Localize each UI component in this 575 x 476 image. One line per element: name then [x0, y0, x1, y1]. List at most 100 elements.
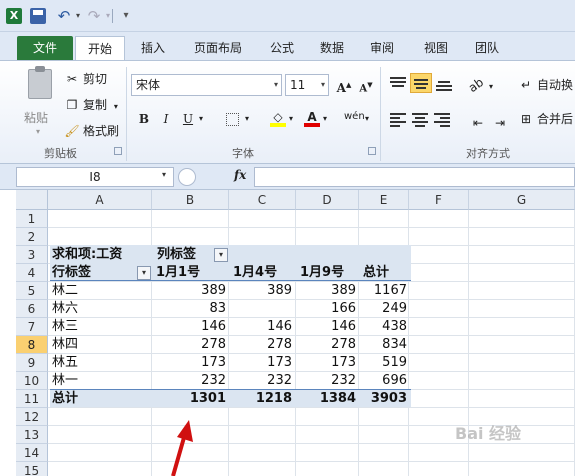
phonetic-guide-button[interactable]: wén	[344, 107, 365, 127]
pivot-value-cell[interactable]: 278	[229, 336, 292, 354]
row-header[interactable]: 14	[16, 444, 48, 462]
wrap-text-button[interactable]: ↵ 自动换	[518, 75, 573, 95]
undo-dropdown-icon[interactable]: ▾	[70, 8, 86, 24]
row-header[interactable]: 3	[16, 246, 48, 264]
copy-dropdown-icon[interactable]: ▾	[114, 102, 118, 111]
pivot-grand-total-cell[interactable]: 1218	[229, 390, 292, 408]
pivot-value-cell[interactable]: 249	[359, 300, 407, 318]
row-header[interactable]: 12	[16, 408, 48, 426]
row-header[interactable]: 2	[16, 228, 48, 246]
row-header[interactable]: 5	[16, 282, 48, 300]
pivot-value-cell[interactable]: 173	[296, 354, 356, 372]
pivot-row-label[interactable]: 林四	[52, 336, 112, 354]
column-header[interactable]: A	[48, 190, 152, 210]
pivot-value-cell[interactable]: 166	[296, 300, 356, 318]
name-box[interactable]: I8	[16, 167, 174, 187]
bold-button[interactable]: B	[134, 109, 154, 129]
increase-indent-icon[interactable]: ⇥	[490, 113, 510, 133]
row-header[interactable]: 1	[16, 210, 48, 228]
tab-page-layout[interactable]: 页面布局	[183, 36, 253, 60]
column-header[interactable]: D	[296, 190, 359, 210]
phonetic-dropdown-icon[interactable]: ▾	[362, 109, 372, 129]
tab-team[interactable]: 团队	[467, 36, 507, 60]
pivot-grand-total-cell[interactable]: 1301	[152, 390, 226, 408]
underline-button[interactable]: U	[178, 109, 198, 129]
row-header[interactable]: 4	[16, 264, 48, 282]
column-header[interactable]: E	[359, 190, 409, 210]
pivot-value-cell[interactable]: 146	[152, 318, 226, 336]
pivot-grand-total-label[interactable]: 总计	[52, 390, 112, 408]
pivot-value-cell[interactable]: 232	[296, 372, 356, 390]
fill-color-dropdown-icon[interactable]: ▾	[286, 109, 296, 129]
pivot-value-cell[interactable]: 389	[152, 282, 226, 300]
fill-color-button[interactable]: ◇	[268, 107, 288, 127]
pivot-grand-total-cell[interactable]: 3903	[359, 390, 407, 408]
font-name-dropdown-icon[interactable]: ▾	[274, 75, 278, 95]
pivot-value-cell[interactable]: 173	[229, 354, 292, 372]
pivot-value-cell[interactable]: 146	[229, 318, 292, 336]
pivot-column-header[interactable]: 1月9号	[300, 264, 360, 282]
pivot-value-cell[interactable]: 232	[152, 372, 226, 390]
format-painter-button[interactable]: 🖌 格式刷	[64, 121, 119, 141]
column-header[interactable]: F	[409, 190, 469, 210]
pivot-column-header[interactable]: 总计	[363, 264, 411, 282]
pivot-row-label[interactable]: 林三	[52, 318, 112, 336]
formula-input[interactable]	[254, 167, 575, 187]
grow-font-button[interactable]: A▲	[334, 75, 354, 95]
save-icon[interactable]	[30, 8, 46, 24]
align-middle-icon[interactable]	[410, 73, 432, 93]
row-header[interactable]: 9	[16, 354, 48, 372]
align-center-icon[interactable]	[412, 113, 428, 127]
merge-center-button[interactable]: ⊞ 合并后	[518, 109, 573, 129]
pivot-value-cell[interactable]: 278	[296, 336, 356, 354]
clipboard-dialog-launcher-icon[interactable]	[114, 147, 122, 155]
font-color-button[interactable]: A	[302, 107, 322, 127]
tab-formulas[interactable]: 公式	[262, 36, 302, 60]
row-header[interactable]: 10	[16, 372, 48, 390]
font-size-dropdown-icon[interactable]: ▾	[321, 75, 325, 95]
filter-dropdown-icon[interactable]: ▾	[214, 248, 228, 262]
font-dialog-launcher-icon[interactable]	[368, 147, 376, 155]
pivot-column-header[interactable]: 1月1号	[156, 264, 230, 282]
tab-review[interactable]: 审阅	[362, 36, 402, 60]
decrease-indent-icon[interactable]: ⇤	[468, 113, 488, 133]
name-box-dropdown-icon[interactable]: ▾	[162, 170, 166, 179]
row-header[interactable]: 6	[16, 300, 48, 318]
pivot-value-cell[interactable]: 83	[152, 300, 226, 318]
font-size-combo[interactable]: 11 ▾	[285, 74, 329, 96]
font-name-combo[interactable]: 宋体 ▾	[131, 74, 282, 96]
insert-function-icon[interactable]: fx	[234, 168, 246, 182]
column-header[interactable]: G	[469, 190, 575, 210]
font-color-dropdown-icon[interactable]: ▾	[320, 109, 330, 129]
row-header[interactable]: 13	[16, 426, 48, 444]
pivot-row-label[interactable]: 林五	[52, 354, 112, 372]
pivot-row-labels-header[interactable]: 行标签	[52, 264, 132, 282]
paste-button[interactable]: 粘贴 ▾	[22, 66, 56, 136]
pivot-column-header[interactable]: 1月4号	[233, 264, 296, 282]
tab-home[interactable]: 开始	[75, 36, 125, 60]
row-header[interactable]: 8	[16, 336, 48, 354]
pivot-value-cell[interactable]: 146	[296, 318, 356, 336]
pivot-value-cell[interactable]: 278	[152, 336, 226, 354]
excel-logo-icon[interactable]: X	[6, 8, 22, 24]
align-bottom-icon[interactable]	[436, 79, 452, 91]
copy-button[interactable]: ❐ 复制 ▾	[64, 95, 118, 115]
select-all-corner[interactable]	[16, 190, 48, 210]
pivot-value-cell[interactable]: 438	[359, 318, 407, 336]
tab-insert[interactable]: 插入	[133, 36, 173, 60]
pivot-value-cell[interactable]: 1167	[359, 282, 407, 300]
pivot-row-label[interactable]: 林六	[52, 300, 112, 318]
underline-dropdown-icon[interactable]: ▾	[196, 109, 206, 129]
customize-qat-icon[interactable]: ▾	[118, 8, 134, 24]
column-header[interactable]: B	[152, 190, 229, 210]
align-left-icon[interactable]	[390, 113, 406, 127]
shrink-font-button[interactable]: A▼	[356, 75, 376, 95]
formula-bar-splitter[interactable]	[178, 168, 196, 186]
tab-file[interactable]: 文件	[17, 36, 73, 60]
orientation-dropdown-icon[interactable]: ▾	[486, 77, 496, 97]
tab-data[interactable]: 数据	[312, 36, 352, 60]
pivot-value-cell[interactable]: 389	[296, 282, 356, 300]
align-right-icon[interactable]	[434, 113, 450, 127]
pivot-value-cell[interactable]: 232	[229, 372, 292, 390]
pivot-value-cell[interactable]: 389	[229, 282, 292, 300]
